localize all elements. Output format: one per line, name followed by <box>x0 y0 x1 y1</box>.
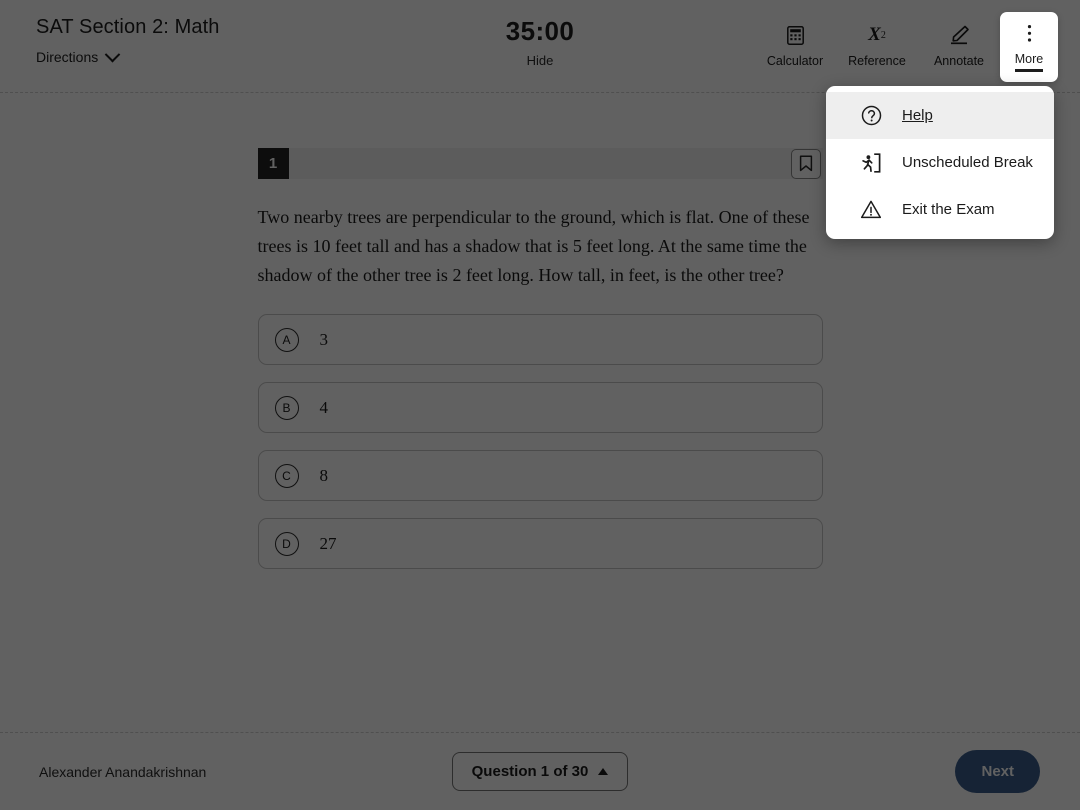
menu-item-exit-the-exam[interactable]: Exit the Exam <box>826 186 1054 233</box>
more-label: More <box>1014 52 1044 72</box>
warning-triangle-icon <box>860 199 882 221</box>
vertical-dots-icon <box>1027 22 1032 44</box>
menu-item-exit-the-exam-label: Exit the Exam <box>902 201 995 218</box>
more-dropdown-menu: Help Unscheduled Break Exit the Exam <box>826 86 1054 239</box>
running-person-exit-icon <box>860 152 882 174</box>
question-mark-circle-icon <box>860 105 882 127</box>
menu-item-help[interactable]: Help <box>826 92 1054 139</box>
menu-item-help-label: Help <box>902 107 933 124</box>
menu-item-unscheduled-break-label: Unscheduled Break <box>902 154 1033 171</box>
menu-item-unscheduled-break[interactable]: Unscheduled Break <box>826 139 1054 186</box>
more-button[interactable]: More <box>1000 12 1058 82</box>
